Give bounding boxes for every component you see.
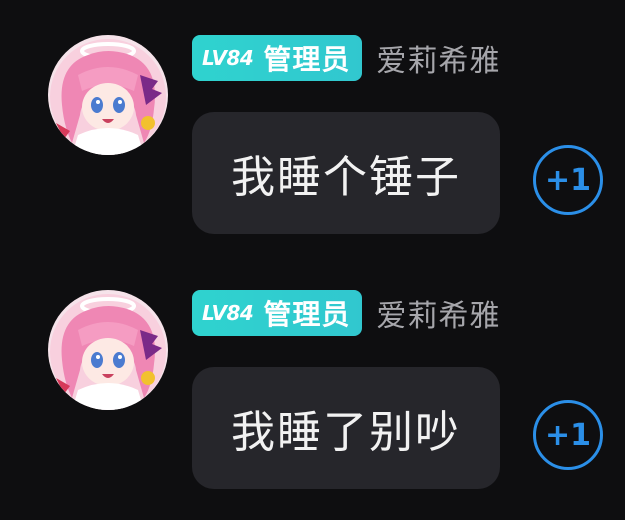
chat-message: LV84 管理员 爱莉希雅 我睡个锤子 +1 — [0, 0, 625, 240]
chat-message: LV84 管理员 爱莉希雅 我睡了别吵 +1 — [0, 255, 625, 495]
role-label: 管理员 — [263, 298, 351, 331]
message-bubble[interactable]: 我睡了别吵 — [192, 367, 500, 489]
avatar-image — [48, 290, 168, 410]
plus-one-button[interactable]: +1 — [533, 145, 603, 215]
plus-one-button[interactable]: +1 — [533, 400, 603, 470]
avatar[interactable] — [48, 290, 168, 410]
admin-badge: LV84 管理员 — [192, 35, 363, 81]
chat-thread: LV84 管理员 爱莉希雅 我睡个锤子 +1 LV84 管理员 爱莉希雅 我睡了… — [0, 0, 625, 520]
message-meta: LV84 管理员 爱莉希雅 — [192, 33, 500, 83]
level-label: LV84 — [202, 301, 254, 325]
message-meta: LV84 管理员 爱莉希雅 — [192, 288, 500, 338]
message-bubble[interactable]: 我睡个锤子 — [192, 112, 500, 234]
username[interactable]: 爱莉希雅 — [376, 36, 500, 80]
admin-badge: LV84 管理员 — [192, 290, 363, 336]
level-label: LV84 — [202, 46, 254, 70]
role-label: 管理员 — [263, 43, 351, 76]
avatar[interactable] — [48, 35, 168, 155]
avatar-image — [48, 35, 168, 155]
username[interactable]: 爱莉希雅 — [376, 291, 500, 335]
